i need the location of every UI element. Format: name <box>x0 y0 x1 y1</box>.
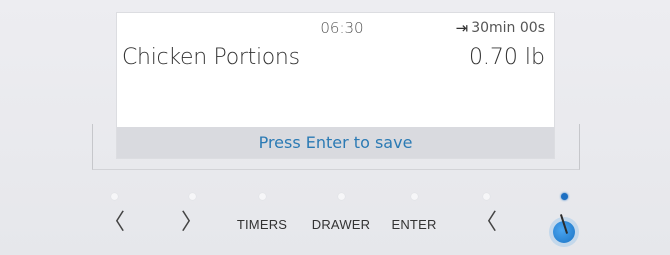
food-weight: 0.70 lb <box>468 45 545 70</box>
left-button[interactable]: 〈 <box>84 188 144 246</box>
enter-label: ENTER <box>391 217 437 232</box>
food-name: Chicken Portions <box>122 45 300 70</box>
timers-label: TIMERS <box>236 217 288 232</box>
timers-button-led <box>258 193 266 200</box>
cook-duration: ⇥ 30min 00s <box>456 19 545 37</box>
knob-button-led <box>560 193 568 200</box>
control-panel: 06:30 ⇥ 30min 00s Chicken Portions 0.70 … <box>0 0 670 255</box>
timers-button[interactable]: TIMERS <box>232 188 292 246</box>
drawer-button-led <box>337 193 345 200</box>
chevron-right-icon: 〉 <box>180 210 203 235</box>
status-message: Press Enter to save <box>258 133 413 152</box>
enter-button[interactable]: ENTER <box>384 188 444 246</box>
chevron-left-icon: 〈 <box>102 210 125 235</box>
status-bar: Press Enter to save <box>117 127 554 158</box>
drawer-label: DRAWER <box>311 217 371 232</box>
duration-value: 30min 00s <box>471 20 545 36</box>
display-screen: 06:30 ⇥ 30min 00s Chicken Portions 0.70 … <box>117 13 554 158</box>
right-button-led <box>188 193 196 200</box>
chevron-left-icon: 〈 <box>474 210 497 235</box>
arrow-to-bar-icon: ⇥ <box>455 19 469 37</box>
right-button[interactable]: 〉 <box>162 188 222 246</box>
enter-button-led <box>410 193 418 200</box>
drawer-button[interactable]: DRAWER <box>311 188 371 246</box>
left-button-2[interactable]: 〈 <box>456 188 516 246</box>
left-button-led <box>110 193 118 200</box>
left-button-2-led <box>482 193 490 200</box>
clock-time: 06:30 <box>320 19 364 37</box>
